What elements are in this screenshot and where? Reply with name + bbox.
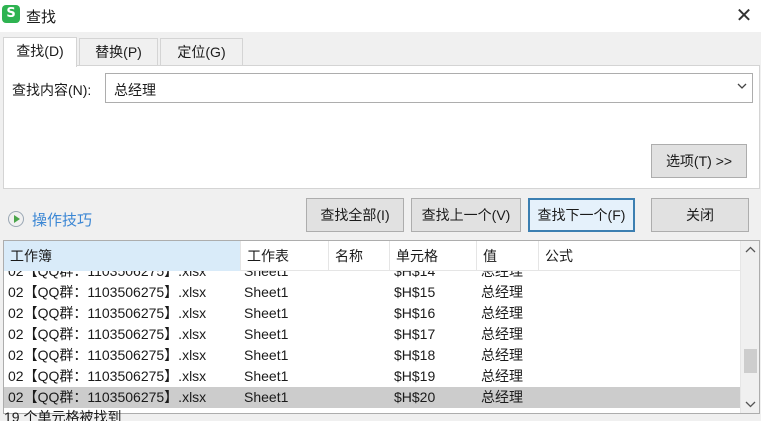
tab-find[interactable]: 查找(D) (3, 37, 77, 67)
cell-value: 总经理 (481, 368, 523, 384)
scroll-down-button[interactable] (741, 395, 759, 413)
cell-sheet: Sheet1 (244, 368, 289, 384)
cell-workbook: 02【QQ群：1103506275】.xlsx (8, 271, 207, 279)
cell-workbook: 02【QQ群：1103506275】.xlsx (8, 305, 207, 321)
cell-sheet: Sheet1 (244, 347, 289, 363)
play-circle-icon (8, 211, 24, 227)
results-header: 工作簿 工作表 名称 单元格 值 公式 (4, 241, 740, 271)
cell-value: 总经理 (481, 271, 523, 279)
results-rows: 02【QQ群：1103506275】.xlsx Sheet1 $H$14 总经理… (4, 271, 740, 413)
column-header-cell[interactable]: 单元格 (390, 241, 477, 271)
vertical-scrollbar[interactable] (740, 241, 759, 413)
scroll-up-button[interactable] (741, 241, 759, 259)
cell-address: $H$18 (394, 347, 436, 363)
cell-workbook: 02【QQ群：1103506275】.xlsx (8, 284, 207, 300)
find-tab-page: 查找内容(N): 总经理 (3, 65, 760, 189)
dialog-body: 查找(D) 替换(P) 定位(G) 查找内容(N): 总经理 选项(T) >> … (0, 32, 761, 421)
column-header-name[interactable]: 名称 (329, 241, 390, 271)
cell-workbook: 02【QQ群：1103506275】.xlsx (8, 347, 207, 363)
table-row[interactable]: 02【QQ群：1103506275】.xlsx Sheet1 $H$19 总经理 (4, 366, 740, 387)
options-button[interactable]: 选项(T) >> (651, 144, 747, 178)
cell-workbook: 02【QQ群：1103506275】.xlsx (8, 389, 207, 405)
cell-name (334, 324, 388, 345)
column-header-formula[interactable]: 公式 (539, 241, 740, 271)
cell-sheet: Sheet1 (244, 271, 289, 279)
cell-value: 总经理 (481, 347, 523, 363)
cell-name (334, 387, 388, 408)
find-previous-button[interactable]: 查找上一个(V) (411, 198, 521, 232)
column-header-workbook[interactable]: 工作簿 (4, 241, 241, 271)
close-icon[interactable]: ✕ (733, 4, 755, 26)
cell-formula (544, 366, 734, 387)
cell-name (334, 303, 388, 324)
cell-sheet: Sheet1 (244, 389, 289, 405)
cell-workbook: 02【QQ群：1103506275】.xlsx (8, 326, 207, 342)
cell-name (334, 271, 388, 282)
cell-workbook: 02【QQ群：1103506275】.xlsx (8, 368, 207, 384)
cell-formula (544, 324, 734, 345)
cell-formula (544, 271, 734, 282)
cell-value: 总经理 (481, 305, 523, 321)
table-row[interactable]: 02【QQ群：1103506275】.xlsx Sheet1 $H$16 总经理 (4, 303, 740, 324)
tab-goto[interactable]: 定位(G) (160, 38, 243, 66)
cell-sheet: Sheet1 (244, 284, 289, 300)
chevron-down-icon (745, 401, 756, 408)
cell-name (334, 345, 388, 366)
cell-address: $H$15 (394, 284, 436, 300)
table-row[interactable]: 02【QQ群：1103506275】.xlsx Sheet1 $H$18 总经理 (4, 345, 740, 366)
chevron-down-icon[interactable] (736, 80, 748, 92)
table-row[interactable]: 02【QQ群：1103506275】.xlsx Sheet1 $H$14 总经理 (4, 271, 740, 282)
find-what-combobox[interactable]: 总经理 (105, 73, 753, 103)
tips-link-label: 操作技巧 (32, 212, 93, 229)
column-header-value[interactable]: 值 (477, 241, 539, 271)
cell-address: $H$14 (394, 271, 436, 279)
cell-value: 总经理 (481, 389, 523, 405)
table-row-selected[interactable]: 02【QQ群：1103506275】.xlsx Sheet1 $H$20 总经理 (4, 387, 740, 408)
cell-sheet: Sheet1 (244, 326, 289, 342)
cell-address: $H$17 (394, 326, 436, 342)
column-header-sheet[interactable]: 工作表 (241, 241, 329, 271)
cell-name (334, 366, 388, 387)
cell-formula (544, 387, 734, 408)
status-text: 19 个单元格被找到 (4, 409, 122, 421)
cell-address: $H$20 (394, 389, 436, 405)
cell-formula (544, 345, 734, 366)
find-all-button[interactable]: 查找全部(I) (306, 198, 404, 232)
find-what-label: 查找内容(N): (12, 82, 92, 98)
cell-address: $H$19 (394, 368, 436, 384)
cell-value: 总经理 (481, 284, 523, 300)
cell-address: $H$16 (394, 305, 436, 321)
tab-replace[interactable]: 替换(P) (79, 38, 158, 66)
table-row[interactable]: 02【QQ群：1103506275】.xlsx Sheet1 $H$17 总经理 (4, 324, 740, 345)
chevron-up-icon (745, 246, 756, 253)
find-what-value: 总经理 (114, 82, 156, 98)
cell-formula (544, 303, 734, 324)
window-title: 查找 (26, 9, 57, 26)
table-row[interactable]: 02【QQ群：1103506275】.xlsx Sheet1 $H$15 总经理 (4, 282, 740, 303)
cell-formula (544, 282, 734, 303)
title-bar: S 查找 ✕ (0, 0, 761, 32)
cell-sheet: Sheet1 (244, 305, 289, 321)
find-next-button[interactable]: 查找下一个(F) (528, 198, 635, 232)
app-logo-icon: S (2, 5, 20, 23)
results-list[interactable]: 工作簿 工作表 名称 单元格 值 公式 02【QQ群：1103506275】.x… (3, 240, 760, 414)
close-button[interactable]: 关闭 (651, 198, 749, 232)
scrollbar-thumb[interactable] (744, 349, 757, 373)
cell-value: 总经理 (481, 326, 523, 342)
cell-name (334, 282, 388, 303)
